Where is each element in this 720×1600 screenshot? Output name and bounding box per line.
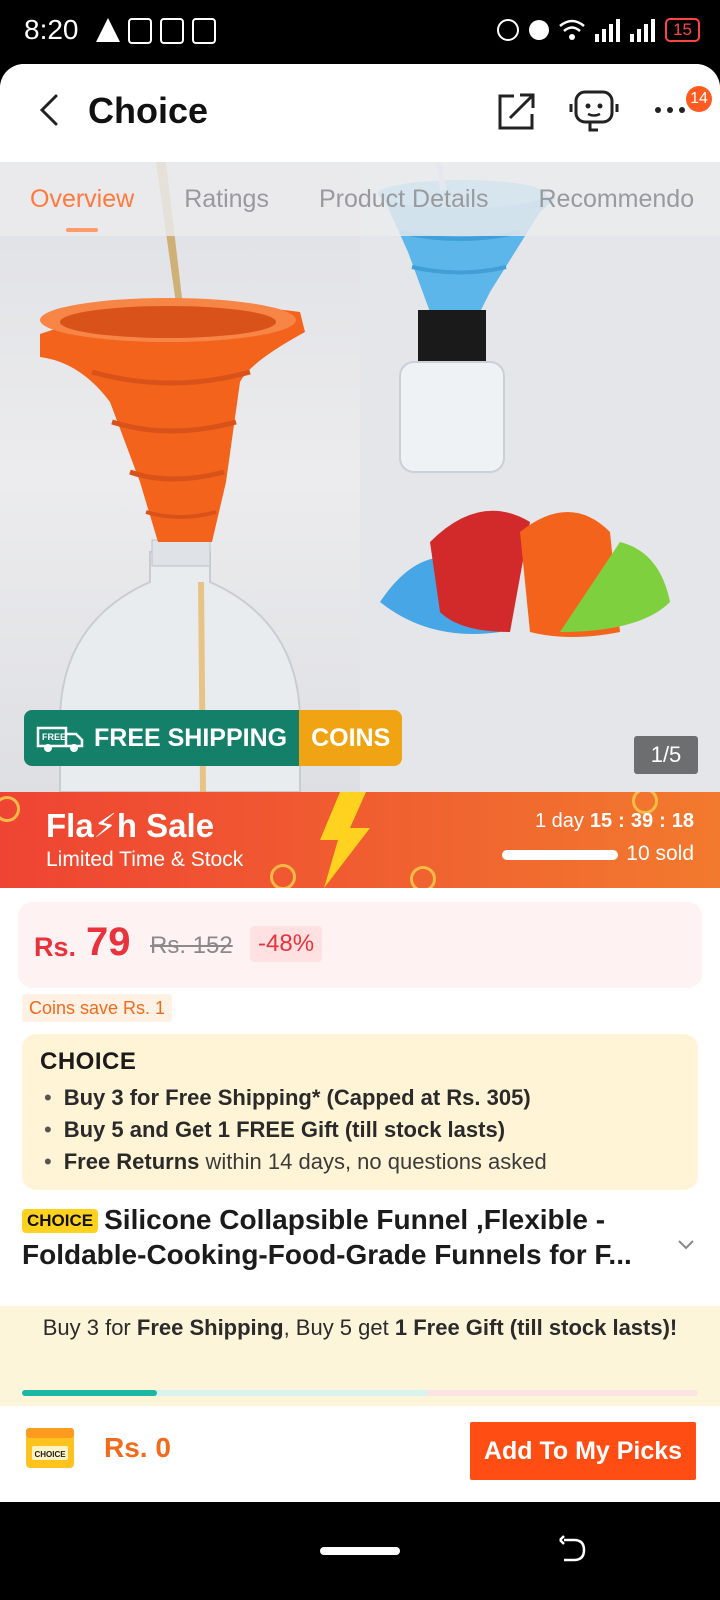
top-app-bar: Choice 14 [0, 64, 720, 162]
coins-label: COINS [299, 710, 403, 766]
clock-icon [0, 796, 20, 822]
benefit-item: Buy 5 and Get 1 FREE Gift (till stock la… [44, 1114, 547, 1146]
flash-sale-banner: Fla⚡h Sale Limited Time & Stock 1 day 15… [0, 792, 720, 888]
choice-cart-icon[interactable]: CHOICE [22, 1424, 78, 1474]
countdown-seconds: 18 [671, 810, 694, 832]
sold-progress-bar [502, 850, 618, 860]
original-price: Rs. 152 [150, 932, 233, 959]
alarm-icon [497, 19, 520, 41]
countdown-timer: 1 day 15: 39: 18 [534, 810, 694, 832]
image-counter: 1/5 [634, 736, 698, 774]
chevron-down-icon[interactable] [676, 1234, 696, 1254]
picks-total: Rs. 0 [104, 1432, 171, 1463]
home-gesture-bar[interactable] [320, 1547, 400, 1555]
sold-progress-fill [502, 850, 618, 860]
flask-icon [96, 18, 120, 42]
tab-ratings[interactable]: Ratings [184, 185, 269, 214]
tab-product-details[interactable]: Product Details [319, 185, 489, 214]
status-bar: 8:20 15 [0, 0, 720, 64]
sold-count: 10 sold [626, 842, 694, 865]
page-title: Choice [88, 90, 209, 131]
promo-progress-fill [22, 1390, 158, 1396]
share-icon[interactable] [496, 90, 538, 132]
current-price: 79 [86, 920, 131, 964]
flash-sale-subtitle: Limited Time & Stock [46, 848, 244, 871]
lightning-icon [320, 792, 370, 888]
phone-screen: 8:20 15 Choice 14 Overview Ratings Produ… [0, 0, 720, 1600]
free-tag: FREE [42, 732, 66, 742]
discount-badge: -48% [250, 926, 323, 962]
section-tabs: Overview Ratings Product Details Recomme… [0, 162, 720, 236]
countdown-hours: 15 [589, 810, 613, 832]
wifi-icon [559, 19, 585, 40]
free-shipping-label-box: FREE FREE SHIPPING [24, 710, 300, 766]
clock-icon [410, 866, 436, 888]
back-arrow-icon[interactable] [30, 90, 70, 130]
customer-service-icon[interactable] [568, 86, 620, 134]
truck-icon: FREE [36, 726, 84, 752]
rotate-icon[interactable] [556, 1534, 588, 1566]
signal-icon [595, 18, 621, 42]
countdown-minutes: 39 [630, 810, 654, 832]
benefit-item: Buy 3 for Free Shipping* (Capped at Rs. … [44, 1082, 547, 1114]
product-title-text: Silicone Collapsible Funnel ,Flexible -F… [22, 1204, 632, 1270]
save-icon [192, 18, 216, 44]
bundle-promo-strip: Buy 3 for Free Shipping, Buy 5 get 1 Fre… [0, 1306, 720, 1406]
system-nav-bar [0, 1502, 720, 1600]
product-sheet: Choice 14 Overview Ratings Product Detai… [0, 64, 720, 1502]
bottom-action-bar: CHOICE Rs. 0 Add To My Picks [0, 1406, 720, 1502]
free-shipping-text: FREE SHIPPING [94, 723, 288, 752]
product-photo [40, 162, 720, 792]
coins-save-label[interactable]: Coins save Rs. 1 [22, 994, 173, 1022]
benefits-list: Buy 3 for Free Shipping* (Capped at Rs. … [44, 1082, 547, 1178]
price-card: Rs. 79 Rs. 152 -48% [18, 902, 702, 988]
choice-logo: CHOICE [40, 1048, 137, 1075]
status-time: 8:20 [24, 14, 79, 45]
cart-label: CHOICE [34, 1450, 66, 1459]
image-icon [160, 18, 184, 44]
signal-2-icon [630, 18, 656, 42]
battery-alert-icon [128, 18, 152, 44]
price-currency: Rs. [34, 932, 77, 962]
status-system-icons: 15 [497, 18, 700, 42]
notification-badge: 14 [686, 86, 712, 112]
status-notification-icons [96, 18, 216, 44]
benefit-item: Free Returns within 14 days, no question… [44, 1146, 547, 1178]
tab-recommended[interactable]: Recommendo [538, 185, 694, 214]
choice-benefits-card[interactable]: CHOICE Buy 3 for Free Shipping* (Capped … [22, 1034, 698, 1190]
promo-text: Buy 3 for Free Shipping, Buy 5 get 1 Fre… [42, 1315, 678, 1340]
battery-level: 15 [665, 18, 700, 42]
choice-tag: CHOICE [22, 1209, 99, 1233]
dnd-icon [529, 20, 550, 40]
product-title[interactable]: CHOICE Silicone Collapsible Funnel ,Flexi… [22, 1202, 662, 1272]
countdown-days: 1 day [534, 810, 584, 832]
clock-icon [270, 864, 296, 888]
tab-overview[interactable]: Overview [30, 185, 134, 232]
product-image-gallery[interactable]: Overview Ratings Product Details Recomme… [0, 162, 720, 792]
flash-sale-title: Fla⚡h Sale [46, 807, 215, 844]
add-to-my-picks-button[interactable]: Add To My Picks [470, 1422, 696, 1480]
free-shipping-banner: FREE FREE SHIPPING COINS [24, 710, 403, 766]
